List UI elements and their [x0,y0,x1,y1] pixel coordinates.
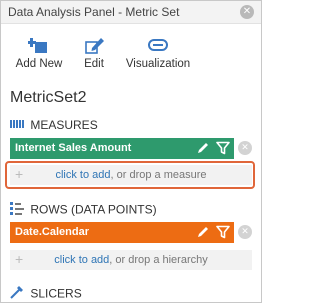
edit-button[interactable]: Edit [80,35,108,70]
row-drop-hint: , or drop a hierarchy [109,254,208,266]
row-drop-zone[interactable]: + click to add, or drop a hierarchy [10,250,252,270]
add-new-label: Add New [15,58,63,70]
visualization-icon [147,35,169,55]
add-new-icon [27,35,50,55]
remove-measure-icon[interactable]: ✕ [238,141,252,155]
measure-pill[interactable]: Internet Sales Amount [10,138,234,159]
pencil-icon[interactable] [196,141,210,155]
rows-section-title: ROWS (DATA POINTS) [30,202,157,217]
metric-set-name[interactable]: MetricSet2 [10,89,86,107]
measures-icon [10,118,24,132]
measures-section-header: MEASURES [10,117,98,133]
click-to-add-row-link[interactable]: click to add [54,254,109,266]
pencil-icon[interactable] [196,225,210,239]
slicers-icon [10,285,24,302]
data-analysis-panel: Data Analysis Panel - Metric Set ✕ Add N… [0,0,262,303]
row-pill[interactable]: Date.Calendar [10,222,234,243]
rows-section-header: ROWS (DATA POINTS) [10,201,157,217]
slicers-section-title: SLICERS [30,286,82,301]
rows-icon [10,201,24,218]
panel-title: Data Analysis Panel - Metric Set [8,5,180,19]
close-icon[interactable]: ✕ [240,5,254,19]
edit-label: Edit [84,58,104,70]
measure-pill-label: Internet Sales Amount [15,142,132,154]
visualization-label: Visualization [125,58,191,70]
add-new-button[interactable]: Add New [14,35,64,70]
filter-icon[interactable] [216,141,230,155]
measures-section-title: MEASURES [30,117,98,132]
visualization-button[interactable]: Visualization [125,35,191,70]
row-drop-text: click to add, or drop a hierarchy [10,254,252,266]
row-pill-label: Date.Calendar [15,226,89,238]
remove-row-icon[interactable]: ✕ [238,225,252,239]
pencil-icon [83,35,105,55]
drop-zone-highlight [5,161,255,189]
slicers-section-header: SLICERS [10,285,82,301]
panel-titlebar[interactable]: Data Analysis Panel - Metric Set ✕ [1,1,261,24]
filter-icon[interactable] [216,225,230,239]
